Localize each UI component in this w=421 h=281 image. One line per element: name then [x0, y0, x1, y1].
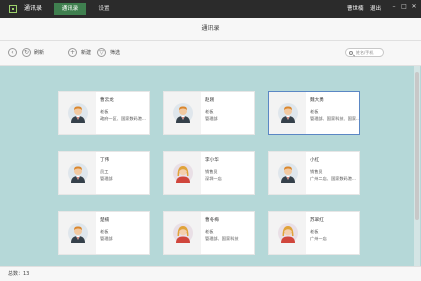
contact-grid: 曹云龙 老板 政府一区、国家数码港... 赵刚 老板 管理部 魏大勇 老板 管理…: [0, 66, 421, 266]
avatar-area: [59, 92, 96, 134]
refresh-button[interactable]: 刷新: [34, 49, 44, 57]
contact-card-selected[interactable]: 魏大勇 老板 管理部、国家科技、国家...: [268, 91, 360, 135]
contact-role: 老板: [310, 229, 319, 234]
back-icon[interactable]: ‹: [8, 48, 17, 57]
contact-name: 赵刚: [205, 98, 215, 103]
contact-name: 楚楠: [100, 218, 110, 223]
avatar-area: [269, 92, 306, 134]
minimize-icon[interactable]: –: [389, 2, 399, 12]
male-avatar-icon: [278, 103, 298, 123]
search-icon: [349, 50, 353, 55]
maximize-icon[interactable]: □: [399, 2, 409, 12]
male-avatar-icon: [68, 163, 88, 183]
contact-name: 曹云龙: [100, 98, 114, 103]
contact-card[interactable]: 赵刚 老板 管理部: [163, 91, 255, 135]
contact-role: 老板: [100, 229, 109, 234]
vertical-scrollbar[interactable]: [414, 66, 420, 266]
male-avatar-icon: [278, 163, 298, 183]
contact-name: 苏翠红: [310, 218, 324, 223]
contact-name: 魏大勇: [310, 98, 324, 103]
contact-name: 丁伟: [100, 158, 110, 163]
contact-dept: 管理部、国家科技: [205, 236, 239, 241]
male-avatar-icon: [68, 223, 88, 243]
app-logo-icon: [9, 5, 17, 13]
avatar-area: [164, 92, 201, 134]
contact-role: 老板: [100, 109, 109, 114]
contact-card[interactable]: 小红 销售员 广州二店、国家数码港...: [268, 151, 360, 195]
contact-role: 老板: [205, 229, 214, 234]
contact-dept: 管理部: [100, 236, 113, 241]
search-box[interactable]: [345, 48, 384, 57]
contact-card[interactable]: 苏翠红 老板 广州一店: [268, 211, 360, 255]
contact-card[interactable]: 丁伟 员工 管理部: [58, 151, 150, 195]
tab-settings[interactable]: 设置: [88, 3, 120, 15]
contact-role: 员工: [100, 169, 109, 174]
contact-card[interactable]: 李小华 销售员 深圳一店: [163, 151, 255, 195]
female-avatar-icon: [173, 223, 193, 243]
title-bar: 通讯录 通讯录 设置 曹世楠 退出 – □ ✕: [0, 0, 421, 18]
refresh-icon[interactable]: ↻: [22, 48, 31, 57]
female-avatar-icon: [173, 163, 193, 183]
contact-role: 老板: [310, 109, 319, 114]
contact-dept: 管理部: [205, 116, 218, 121]
logout-button[interactable]: 退出: [370, 4, 381, 14]
avatar-area: [164, 212, 201, 254]
current-user[interactable]: 曹世楠: [347, 4, 364, 14]
avatar-area: [164, 152, 201, 194]
tab-contacts[interactable]: 通讯录: [54, 3, 86, 15]
avatar-area: [269, 212, 306, 254]
contact-name: 李小华: [205, 158, 219, 163]
filter-icon[interactable]: ▽: [97, 48, 106, 57]
contact-dept: 政府一区、国家数码港...: [100, 116, 146, 121]
contact-dept: 广州一店: [310, 236, 327, 241]
contact-role: 销售员: [310, 169, 323, 174]
contact-card[interactable]: 楚楠 老板 管理部: [58, 211, 150, 255]
contact-dept: 管理部: [100, 176, 113, 181]
contact-dept: 广州二店、国家数码港...: [310, 176, 356, 181]
avatar-area: [59, 152, 96, 194]
contact-card[interactable]: 曹冬梅 老板 管理部、国家科技: [163, 211, 255, 255]
filter-button[interactable]: 筛选: [110, 49, 120, 57]
contact-dept: 管理部、国家科技、国家...: [310, 116, 359, 121]
female-avatar-icon: [278, 223, 298, 243]
avatar-area: [269, 152, 306, 194]
contact-role: 老板: [205, 109, 214, 114]
close-icon[interactable]: ✕: [409, 2, 419, 12]
status-bar: 总数：13: [0, 266, 421, 281]
male-avatar-icon: [173, 103, 193, 123]
page-header: 通讯录: [0, 18, 421, 41]
avatar-area: [59, 212, 96, 254]
contact-name: 小红: [310, 158, 320, 163]
app-name: 通讯录: [24, 5, 43, 12]
scrollbar-thumb[interactable]: [415, 72, 419, 220]
contact-dept: 深圳一店: [205, 176, 222, 181]
page-title: 通讯录: [201, 25, 220, 32]
total-count: 总数：13: [8, 271, 30, 277]
search-input[interactable]: [356, 49, 383, 56]
add-button[interactable]: 新建: [81, 49, 91, 57]
contact-role: 销售员: [205, 169, 218, 174]
plus-icon[interactable]: +: [68, 48, 77, 57]
contact-name: 曹冬梅: [205, 218, 219, 223]
contact-card[interactable]: 曹云龙 老板 政府一区、国家数码港...: [58, 91, 150, 135]
male-avatar-icon: [68, 103, 88, 123]
